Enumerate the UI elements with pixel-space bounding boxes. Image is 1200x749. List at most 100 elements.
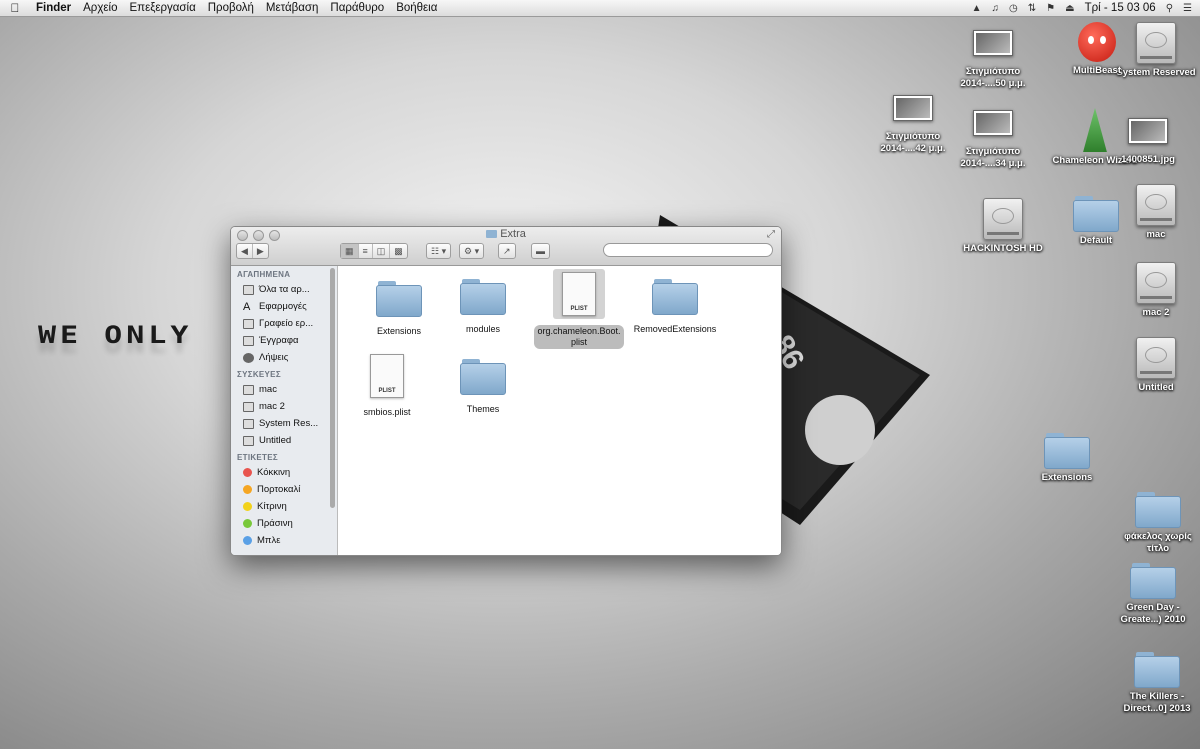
icon-view-button[interactable]: ▦ [341, 244, 359, 258]
image-thumbnail-icon [973, 110, 1013, 136]
hard-drive-icon [243, 384, 254, 395]
image-thumbnail-icon [973, 30, 1013, 56]
share-button[interactable]: ↗ [498, 243, 516, 259]
finder-window: Extra ⤢ ◀ ▶ ▦ ≡ ◫ ▩ ☷ ▾ ⚙ ▾ ↗ ▬ ⚲ ΑΓΑΠΗΜ… [230, 226, 782, 556]
arrange-icon: ☷ ▾ [431, 246, 447, 256]
desktop-icon-mac-2[interactable]: mac 2 [1111, 262, 1200, 319]
menu-help[interactable]: Βοήθεια [390, 0, 443, 16]
folder-icon [652, 279, 698, 315]
desktop-icon-untitled-folder[interactable]: φάκελος χωρίς τίτλο [1113, 492, 1200, 555]
window-title: Extra [231, 228, 781, 240]
desktop-icon-screenshot-34[interactable]: Στιγμιότυπο 2014-....34 μ.μ. [948, 110, 1038, 170]
menu-window[interactable]: Παράθυρο [324, 0, 390, 16]
folder-icon [486, 230, 498, 239]
plist-file-icon: PLIST [370, 354, 404, 398]
desktop-icon-1400851-jpg[interactable]: 1400851.jpg [1103, 118, 1193, 166]
nav-buttons: ◀ ▶ [236, 243, 269, 259]
forward-button[interactable]: ▶ [253, 244, 268, 258]
view-mode-buttons: ▦ ≡ ◫ ▩ [340, 243, 408, 259]
hard-drive-icon [1136, 184, 1176, 226]
desktop-icon-extensions[interactable]: Extensions [1022, 433, 1112, 484]
eject-icon[interactable]: ⏏ [1065, 3, 1074, 14]
menu-finder[interactable]: Finder [30, 0, 77, 16]
sidebar-item-system-reserved[interactable]: System Res... [231, 415, 337, 432]
hard-drive-icon [243, 418, 254, 429]
desktop-icon-screenshot-50[interactable]: Στιγμιότυπο 2014-....50 μ.μ. [948, 30, 1038, 90]
hard-drive-icon [983, 198, 1023, 240]
hard-drive-icon [243, 435, 254, 446]
list-view-button[interactable]: ≡ [359, 244, 373, 258]
all-files-icon [243, 284, 254, 295]
flag-icon[interactable]: ⚑ [1046, 3, 1055, 14]
sidebar-tag-yellow[interactable]: Κίτρινη [231, 498, 337, 515]
sidebar-scrollbar[interactable] [330, 268, 335, 508]
notification-icon[interactable]: ▲ [972, 3, 982, 14]
sidebar-item-untitled[interactable]: Untitled [231, 432, 337, 449]
sidebar-item-applications[interactable]: A Εφαρμογές [231, 298, 337, 315]
orange-tag-icon [243, 485, 252, 494]
back-button[interactable]: ◀ [237, 244, 253, 258]
applications-icon: A [243, 300, 251, 313]
red-tag-icon [243, 468, 252, 477]
image-thumbnail-icon [893, 95, 933, 121]
column-view-button[interactable]: ◫ [373, 244, 391, 258]
menu-bar:  Finder Αρχείο Επεξεργασία Προβολή Μετά… [0, 0, 1200, 17]
sidebar-item-downloads[interactable]: Λήψεις [231, 349, 337, 366]
arrange-button[interactable]: ☷ ▾ [426, 243, 452, 259]
desktop-icon-the-killers[interactable]: The Killers - Direct...0] 2013 [1112, 652, 1200, 715]
sidebar-tag-orange[interactable]: Πορτοκαλί [231, 481, 337, 498]
sidebar-header-devices: ΣΥΣΚΕΥΕΣ [237, 370, 281, 379]
file-item-themes[interactable]: Themes [438, 356, 528, 415]
sidebar-item-mac-2[interactable]: mac 2 [231, 398, 337, 415]
file-item-org-chameleon-boot-plist[interactable]: PLIST org.chameleon.Boot.plist [534, 269, 624, 349]
file-item-extensions[interactable]: Extensions [354, 278, 444, 337]
file-item-smbios-plist[interactable]: PLIST smbios.plist [342, 351, 432, 418]
plist-file-icon: PLIST [562, 272, 596, 316]
spotlight-search-icon[interactable]: ⚲ [1166, 3, 1173, 14]
volume-icon[interactable]: ♫ [992, 3, 1000, 14]
folder-icon [460, 279, 506, 315]
sidebar-item-desktop[interactable]: Γραφείο ερ... [231, 315, 337, 332]
time-machine-icon[interactable]: ◷ [1009, 3, 1018, 14]
file-browser: Extensions modules PLIST org.chameleon.B… [338, 266, 781, 555]
file-item-removedextensions[interactable]: RemovedExtensions [630, 276, 720, 335]
desktop-icon-screenshot-42[interactable]: Στιγμιότυπο 2014-....42 μ.μ. [868, 95, 958, 155]
folder-icon [1130, 563, 1176, 599]
desktop-icon-multibeast[interactable]: MultiBeast [1052, 22, 1142, 77]
sidebar-tag-red[interactable]: Κόκκινη [231, 464, 337, 481]
file-item-modules[interactable]: modules [438, 276, 528, 335]
bluetooth-icon[interactable]: ⇅ [1028, 3, 1036, 14]
sidebar-header-tags: ΕΤΙΚΕΤΕΣ [237, 453, 278, 462]
sidebar-item-mac[interactable]: mac [231, 381, 337, 398]
clock[interactable]: Τρί - 15 03 06 [1085, 2, 1156, 14]
sidebar-item-all-files[interactable]: Όλα τα αρ... [231, 281, 337, 298]
hard-drive-icon [243, 401, 254, 412]
sidebar-tag-blue[interactable]: Μπλε [231, 532, 337, 549]
share-icon: ↗ [503, 246, 511, 256]
action-button[interactable]: ⚙ ▾ [459, 243, 485, 259]
image-thumbnail-icon [1128, 118, 1168, 144]
tags-button[interactable]: ▬ [531, 243, 550, 259]
hard-drive-icon [1136, 337, 1176, 379]
menu-go[interactable]: Μετάβαση [260, 0, 325, 16]
folder-icon [1044, 433, 1090, 469]
desktop-icon-hackintosh-hd[interactable]: HACKINTOSH HD [958, 198, 1048, 255]
green-tag-icon [243, 519, 252, 528]
title-bar[interactable]: Extra ⤢ ◀ ▶ ▦ ≡ ◫ ▩ ☷ ▾ ⚙ ▾ ↗ ▬ ⚲ [231, 227, 781, 266]
desktop-icon-mac[interactable]: mac [1111, 184, 1200, 241]
coverflow-view-button[interactable]: ▩ [390, 244, 407, 258]
search-input[interactable] [603, 243, 773, 257]
downloads-icon [243, 352, 254, 363]
fullscreen-icon[interactable]: ⤢ [767, 229, 775, 240]
sidebar-tag-green[interactable]: Πράσινη [231, 515, 337, 532]
apple-menu-icon[interactable]:  [0, 1, 30, 15]
menu-extras: ▲ ♫ ◷ ⇅ ⚑ ⏏ Τρί - 15 03 06 ⚲ ☰ [972, 2, 1200, 14]
menu-file[interactable]: Αρχείο [77, 0, 123, 16]
menu-view[interactable]: Προβολή [202, 0, 260, 16]
menu-edit[interactable]: Επεξεργασία [123, 0, 201, 16]
desktop-icon-untitled[interactable]: Untitled [1111, 337, 1200, 394]
notification-center-icon[interactable]: ☰ [1183, 3, 1192, 14]
sidebar-item-documents[interactable]: Έγγραφα [231, 332, 337, 349]
desktop-icon-green-day[interactable]: Green Day - Greate...) 2010 [1108, 563, 1198, 626]
blue-tag-icon [243, 536, 252, 545]
